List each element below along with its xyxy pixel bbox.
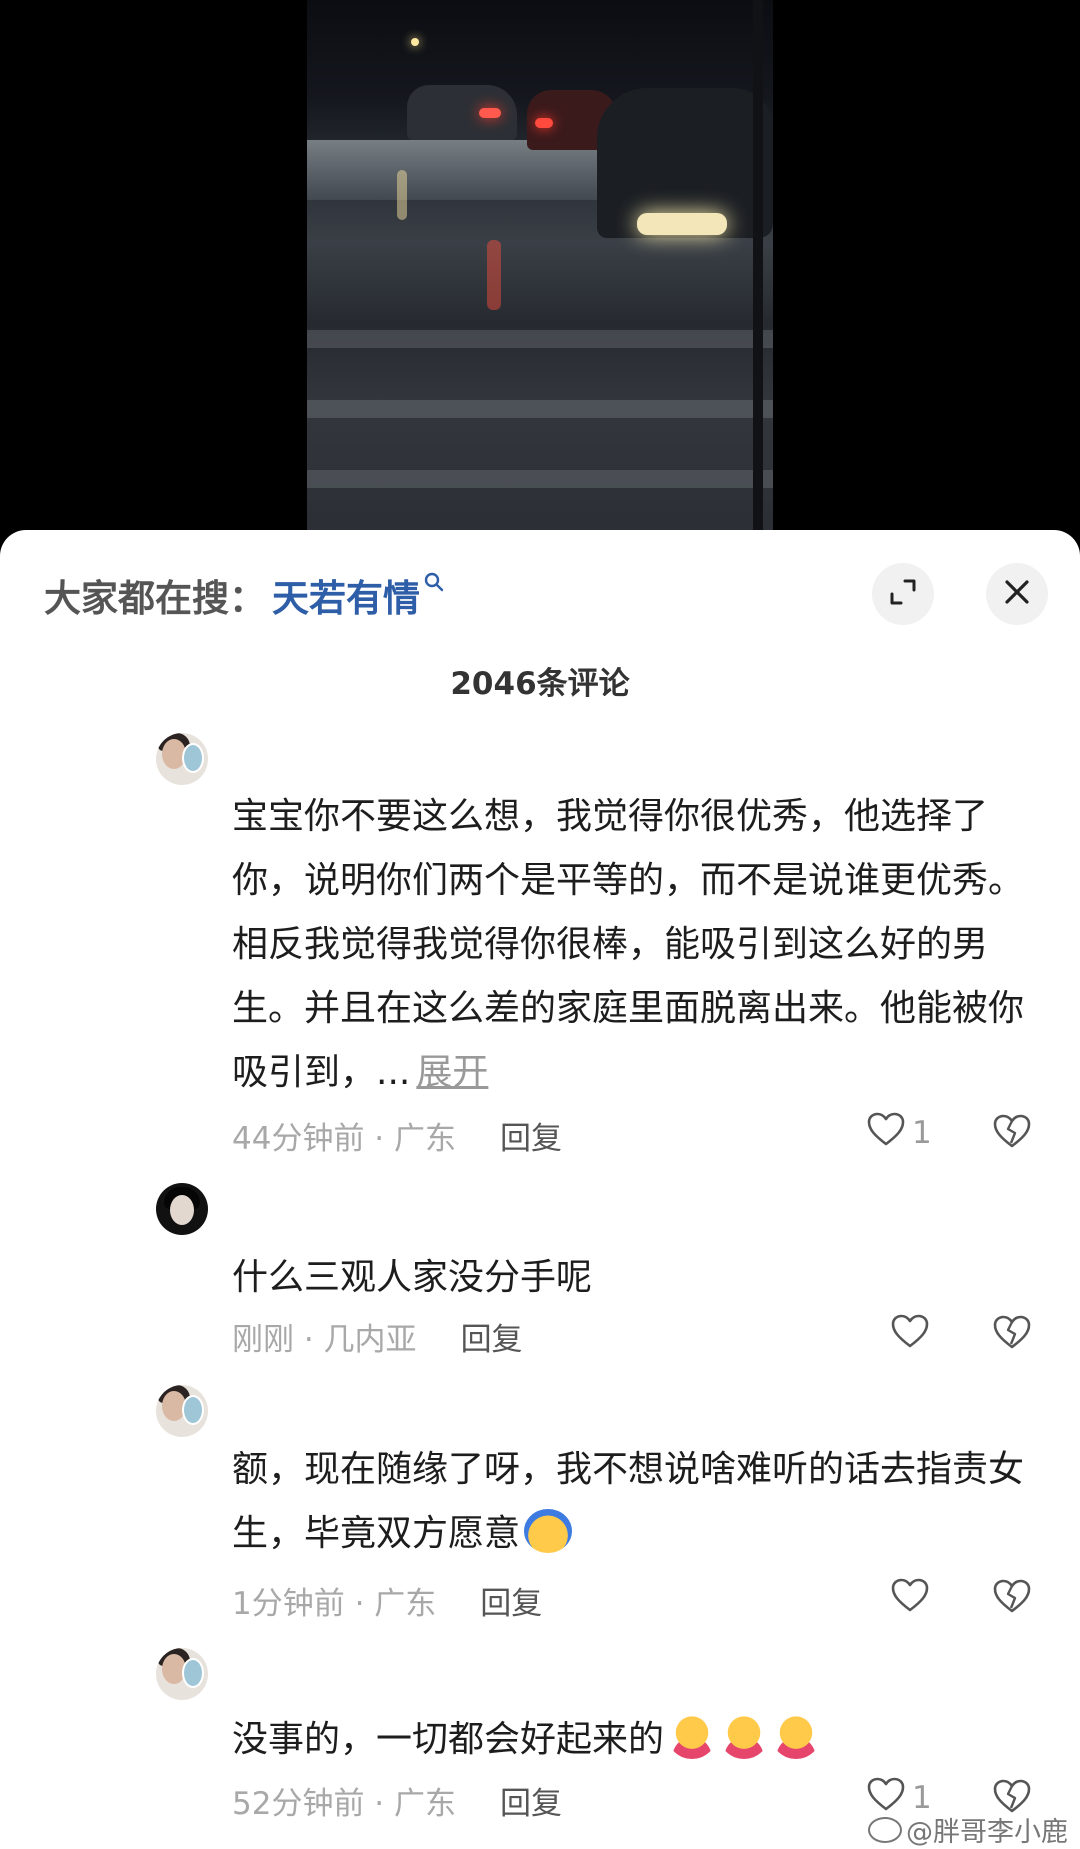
like-button[interactable] [890, 1577, 930, 1621]
like-count: 1 [912, 1115, 932, 1151]
video-reflection [487, 240, 501, 310]
trending-search-term[interactable]: 天若有情 [272, 568, 420, 622]
broken-heart-icon [992, 1579, 1032, 1618]
avatar[interactable] [156, 1385, 208, 1437]
hug-emoji [720, 1715, 769, 1759]
reply-button[interactable]: 回复 [461, 1314, 523, 1359]
expand-icon [888, 577, 918, 611]
comment-time-location: 1分钟前 · 广东 [232, 1586, 437, 1622]
trending-search-label: 大家都在搜： [44, 577, 266, 620]
dislike-button[interactable] [992, 1578, 1032, 1618]
expand-button[interactable] [872, 563, 934, 625]
hug-emoji [772, 1715, 821, 1759]
video-taillight [535, 118, 553, 128]
dislike-button[interactable] [992, 1314, 1032, 1354]
video-crosswalk-stripe [307, 470, 773, 488]
comment-meta: 1分钟前 · 广东 回复 [232, 1578, 542, 1623]
comment-text: 什么三观人家没分手呢 [232, 1246, 1032, 1310]
comment-meta: 52分钟前 · 广东 回复 [232, 1778, 562, 1823]
heart-icon [866, 1111, 906, 1155]
comment-body: 什么三观人家没分手呢 [232, 1257, 593, 1298]
video-streetlamp [411, 38, 419, 46]
comment-meta: 刚刚 · 几内亚 回复 [232, 1314, 523, 1359]
video-taillight [479, 108, 501, 118]
comment-body: 没事的，一切都会好起来的 [232, 1719, 665, 1760]
video-reflection [397, 170, 407, 220]
avatar[interactable] [156, 733, 208, 785]
video-headlight [637, 213, 727, 235]
avatar[interactable] [156, 1183, 208, 1235]
comment-body: 额，现在随缘了呀，我不想说啥难听的话去指责女生，毕竟双方愿意 [232, 1449, 1025, 1554]
like-button[interactable] [890, 1313, 930, 1357]
comment-time-location: 44分钟前 · 广东 [232, 1121, 457, 1157]
heart-icon [890, 1577, 930, 1621]
video-crosswalk-stripe [307, 400, 773, 418]
video-pole [753, 0, 763, 540]
watermark: @胖哥李小鹿 [868, 1810, 1068, 1849]
comment-time-location: 52分钟前 · 广东 [232, 1786, 457, 1822]
hug-emoji [668, 1715, 717, 1759]
comment-text: 额，现在随缘了呀，我不想说啥难听的话去指责女生，毕竟双方愿意 [232, 1438, 1032, 1566]
video-player[interactable] [0, 0, 1080, 540]
watermark-text: @胖哥李小鹿 [906, 1817, 1068, 1848]
comment-count: 2046条评论 [450, 666, 630, 702]
reply-button[interactable]: 回复 [480, 1578, 542, 1623]
video-crosswalk-stripe [307, 330, 773, 348]
comment-meta: 44分钟前 · 广东 回复 [232, 1113, 562, 1158]
dislike-button[interactable] [992, 1113, 1032, 1153]
broken-heart-icon [992, 1315, 1032, 1354]
broken-heart-icon [992, 1114, 1032, 1153]
like-button[interactable]: 1 [866, 1111, 932, 1155]
cool-emoji [524, 1509, 573, 1553]
comment-sheet: 大家都在搜： 天若有情 2046条评论 宝宝你不要这么想，我觉得你很优秀，他选择… [0, 530, 1080, 1849]
reply-button[interactable]: 回复 [500, 1778, 562, 1823]
avatar[interactable] [156, 1648, 208, 1700]
search-icon[interactable] [424, 572, 444, 598]
weibo-logo-icon [868, 1816, 902, 1843]
comment-body: 宝宝你不要这么想，我觉得你很优秀，他选择了你，说明你们两个是平等的，而不是说谁更… [232, 796, 1025, 1093]
heart-icon [890, 1313, 930, 1357]
video-frame[interactable] [307, 0, 773, 540]
comment-time-location: 刚刚 · 几内亚 [232, 1322, 417, 1358]
comment-text: 没事的，一切都会好起来的 [232, 1708, 1032, 1772]
comment-text: 宝宝你不要这么想，我觉得你很优秀，他选择了你，说明你们两个是平等的，而不是说谁更… [232, 785, 1032, 1105]
expand-comment-link[interactable]: 展开 [416, 1052, 488, 1093]
close-button[interactable] [986, 563, 1048, 625]
reply-button[interactable]: 回复 [500, 1113, 562, 1158]
close-icon [1002, 577, 1032, 611]
trending-search[interactable]: 大家都在搜： 天若有情 [44, 570, 444, 620]
